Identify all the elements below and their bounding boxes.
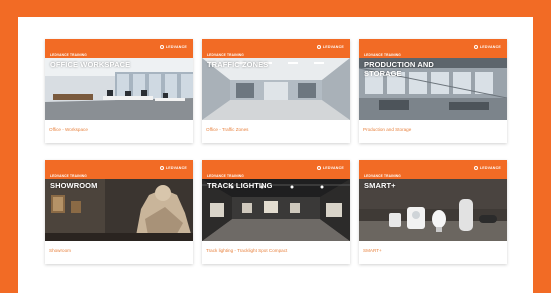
brand-logo-icon — [160, 166, 165, 171]
brand-logo-icon — [317, 45, 322, 50]
training-card-office-workspace[interactable]: LEDVANCE LEDVANCE TRAINING OFFICE WORKSP… — [45, 39, 193, 143]
card-caption-link[interactable]: Track lighting - Tracklight Spot Compact — [202, 241, 350, 264]
card-header: LEDVANCE LEDVANCE TRAINING — [359, 160, 507, 179]
card-header: LEDVANCE LEDVANCE TRAINING — [359, 39, 507, 58]
brand-logo: LEDVANCE — [317, 166, 344, 171]
card-thumbnail[interactable]: PRODUCTION AND STORAGE — [359, 58, 507, 120]
card-thumbnail[interactable]: TRACK LIGHTING — [202, 179, 350, 241]
card-thumbnail[interactable]: OFFICE WORKSPACE — [45, 58, 193, 120]
card-caption-link[interactable]: Production and Storage — [359, 120, 507, 143]
card-subtitle: LEDVANCE TRAINING — [364, 174, 401, 178]
card-title: SHOWROOM — [50, 181, 98, 190]
card-title: PRODUCTION AND STORAGE — [364, 60, 434, 78]
card-caption-link[interactable]: Office - Traffic Zones — [202, 120, 350, 143]
card-title: SMART+ — [364, 181, 396, 190]
card-title: TRACK LIGHTING — [207, 181, 273, 190]
card-subtitle: LEDVANCE TRAINING — [207, 53, 244, 57]
training-card-grid: LEDVANCE LEDVANCE TRAINING OFFICE WORKSP… — [45, 39, 507, 264]
training-card-showroom[interactable]: LEDVANCE LEDVANCE TRAINING SHOWROOM Show — [45, 160, 193, 264]
card-title: TRAFFIC ZONES — [207, 60, 269, 69]
card-header: LEDVANCE LEDVANCE TRAINING — [202, 39, 350, 58]
training-card-traffic-zones[interactable]: LEDVANCE LEDVANCE TRAINING TRAFFIC ZONES… — [202, 39, 350, 143]
training-card-smart-plus[interactable]: LEDVANCE LEDVANCE TRAINING SMART+ SMART+ — [359, 160, 507, 264]
training-card-production-storage[interactable]: LEDVANCE LEDVANCE TRAINING PRODUCTION AN… — [359, 39, 507, 143]
card-thumbnail[interactable]: TRAFFIC ZONES — [202, 58, 350, 120]
content-panel: LEDVANCE LEDVANCE TRAINING OFFICE WORKSP… — [18, 17, 533, 293]
training-card-track-lighting[interactable]: LEDVANCE LEDVANCE TRAINING TRACK LIGHTIN… — [202, 160, 350, 264]
card-subtitle: LEDVANCE TRAINING — [50, 174, 87, 178]
card-header: LEDVANCE LEDVANCE TRAINING — [45, 160, 193, 179]
card-title: OFFICE WORKSPACE — [50, 60, 131, 69]
card-subtitle: LEDVANCE TRAINING — [364, 53, 401, 57]
card-subtitle: LEDVANCE TRAINING — [207, 174, 244, 178]
card-header: LEDVANCE LEDVANCE TRAINING — [202, 160, 350, 179]
card-header: LEDVANCE LEDVANCE TRAINING — [45, 39, 193, 58]
brand-logo: LEDVANCE — [160, 166, 187, 171]
brand-logo: LEDVANCE — [474, 45, 501, 50]
card-caption-link[interactable]: Office - Workspace — [45, 120, 193, 143]
card-caption-link[interactable]: SMART+ — [359, 241, 507, 264]
card-subtitle: LEDVANCE TRAINING — [50, 53, 87, 57]
brand-logo-icon — [474, 166, 479, 171]
card-thumbnail[interactable]: SHOWROOM — [45, 179, 193, 241]
brand-logo: LEDVANCE — [317, 45, 344, 50]
brand-logo-icon — [317, 166, 322, 171]
brand-logo-icon — [474, 45, 479, 50]
brand-logo: LEDVANCE — [474, 166, 501, 171]
brand-logo-icon — [160, 45, 165, 50]
brand-logo: LEDVANCE — [160, 45, 187, 50]
card-caption-link[interactable]: Showroom — [45, 241, 193, 264]
card-thumbnail[interactable]: SMART+ — [359, 179, 507, 241]
